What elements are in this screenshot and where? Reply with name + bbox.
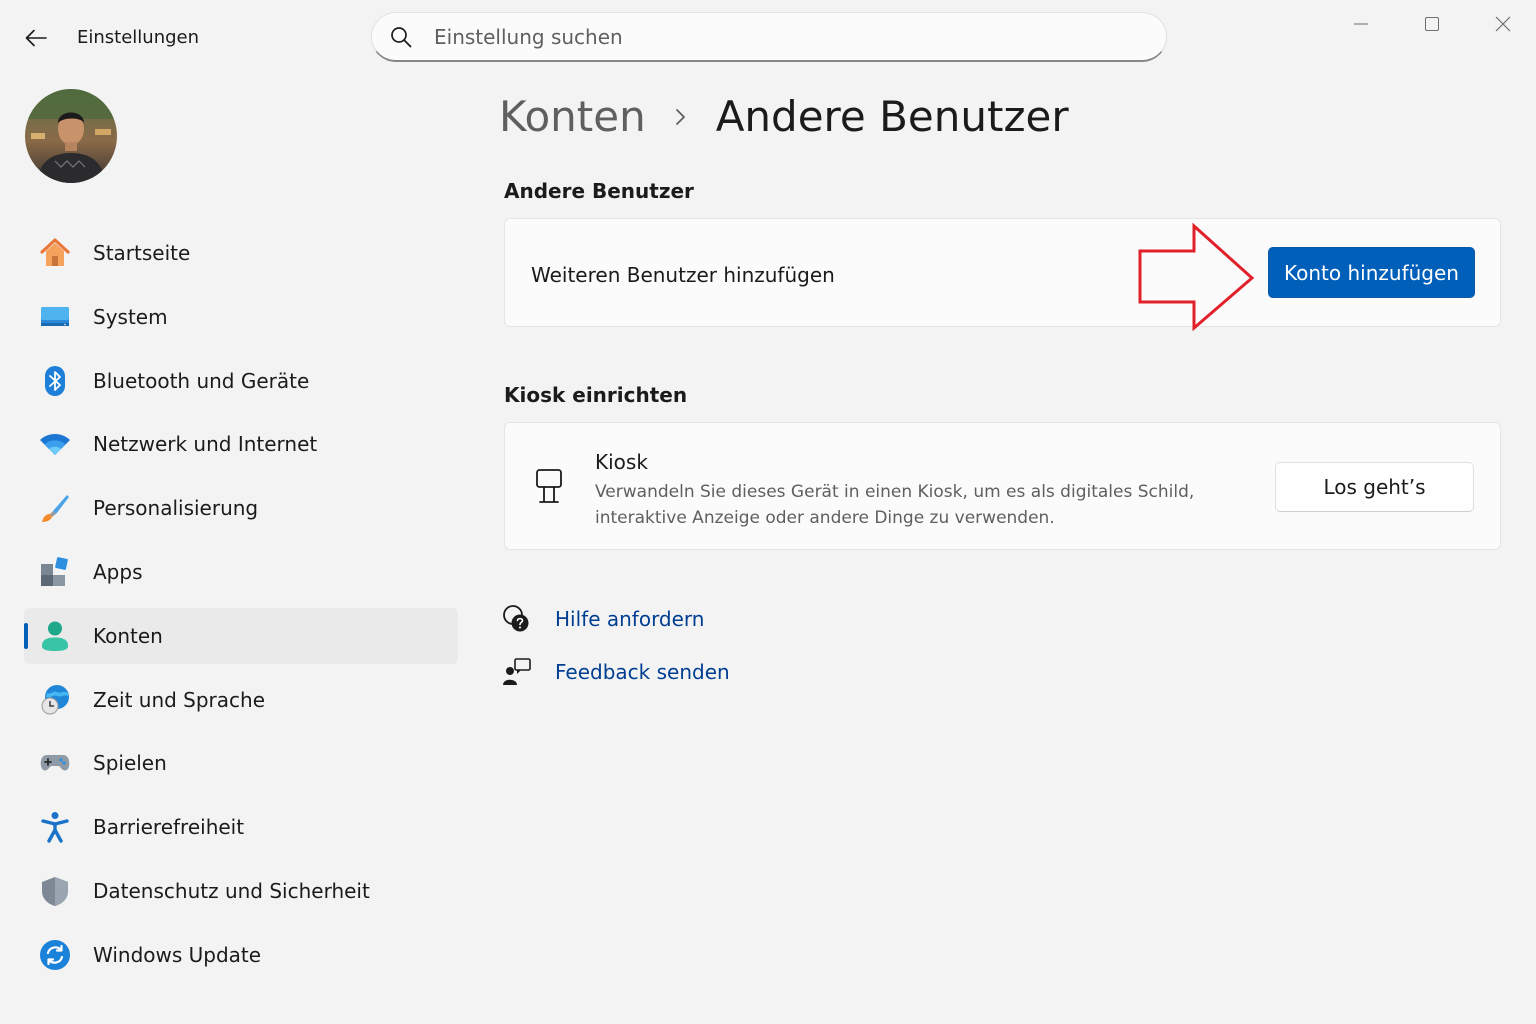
sidebar-nav: Startseite System Bluetooth und Geräte N… — [24, 225, 458, 991]
brush-icon — [39, 492, 71, 524]
sidebar-item-label: Apps — [93, 559, 143, 584]
sidebar-item-datenschutz[interactable]: Datenschutz und Sicherheit — [24, 863, 458, 919]
sidebar-item-startseite[interactable]: Startseite — [24, 225, 458, 281]
feedback-link-label[interactable]: Feedback senden — [555, 660, 730, 684]
section-title-other-users: Andere Benutzer — [504, 179, 694, 203]
sidebar-item-label: Windows Update — [93, 942, 262, 967]
kiosk-start-button[interactable]: Los geht’s — [1275, 462, 1474, 512]
sidebar-item-label: Datenschutz und Sicherheit — [93, 878, 370, 903]
sidebar-item-bluetooth[interactable]: Bluetooth und Geräte — [24, 353, 458, 409]
breadcrumb-parent[interactable]: Konten — [499, 92, 646, 141]
search-input[interactable] — [434, 24, 1114, 49]
sidebar-item-konten[interactable]: Konten — [24, 607, 458, 664]
shield-icon — [39, 875, 71, 907]
sidebar-item-label: Netzwerk und Internet — [93, 432, 318, 457]
help-icon — [502, 604, 532, 634]
user-photo-icon — [25, 89, 117, 183]
time-language-icon — [39, 684, 71, 716]
home-icon — [39, 237, 71, 269]
sidebar-item-label: Bluetooth und Geräte — [93, 368, 310, 393]
close-icon — [1495, 16, 1511, 32]
system-icon — [39, 301, 71, 333]
feedback-link[interactable]: Feedback senden — [502, 657, 730, 687]
help-link-label[interactable]: Hilfe anfordern — [555, 607, 704, 631]
page-title: Andere Benutzer — [715, 92, 1069, 141]
gamepad-icon — [39, 747, 71, 779]
maximize-icon — [1425, 17, 1439, 31]
sidebar-item-label: Barrierefreiheit — [93, 815, 245, 840]
app-title: Einstellungen — [77, 27, 200, 48]
maximize-button[interactable] — [1409, 8, 1455, 40]
sidebar-item-netzwerk[interactable]: Netzwerk und Internet — [24, 416, 458, 472]
minimize-icon — [1354, 23, 1368, 25]
sidebar-item-windows-update[interactable]: Windows Update — [24, 927, 458, 983]
sidebar-item-label: Startseite — [93, 241, 191, 265]
sidebar-item-label: System — [93, 304, 168, 329]
kiosk-description: Verwandeln Sie dieses Gerät in einen Kio… — [595, 482, 1195, 528]
bluetooth-icon — [39, 365, 71, 397]
chevron-right-icon — [646, 106, 716, 128]
wifi-icon — [39, 428, 71, 460]
sidebar-item-apps[interactable]: Apps — [24, 544, 458, 600]
avatar[interactable] — [25, 89, 117, 183]
sidebar-item-system[interactable]: System — [24, 289, 458, 345]
add-account-button[interactable]: Konto hinzufügen — [1268, 247, 1475, 298]
account-icon — [39, 620, 71, 652]
search-box[interactable] — [371, 12, 1167, 62]
feedback-icon — [502, 657, 532, 687]
section-title-kiosk: Kiosk einrichten — [504, 383, 688, 407]
sidebar-item-spielen[interactable]: Spielen — [24, 735, 458, 791]
sidebar-item-label: Spielen — [93, 751, 167, 776]
close-button[interactable] — [1480, 8, 1526, 40]
kiosk-icon — [536, 469, 562, 503]
sidebar-item-zeit-sprache[interactable]: Zeit und Sprache — [24, 672, 458, 728]
annotation-arrow-icon — [1138, 222, 1255, 332]
sidebar-item-barrierefreiheit[interactable]: Barrierefreiheit — [24, 799, 458, 855]
minimize-button[interactable] — [1338, 8, 1384, 40]
help-link[interactable]: Hilfe anfordern — [502, 604, 704, 634]
apps-icon — [39, 556, 71, 588]
sidebar-item-label: Zeit und Sprache — [93, 687, 266, 712]
active-indicator — [24, 622, 28, 649]
sidebar-item-label: Personalisierung — [93, 496, 259, 521]
add-user-label: Weiteren Benutzer hinzufügen — [531, 263, 835, 287]
search-icon — [390, 26, 412, 48]
back-button[interactable] — [18, 22, 54, 54]
kiosk-title: Kiosk — [595, 450, 648, 474]
arrow-left-icon — [25, 29, 47, 47]
breadcrumb: Konten Andere Benutzer — [499, 92, 1069, 141]
sidebar-item-label: Konten — [93, 623, 163, 648]
update-icon — [39, 939, 71, 971]
sidebar-item-personalisierung[interactable]: Personalisierung — [24, 480, 458, 536]
accessibility-icon — [39, 811, 71, 843]
